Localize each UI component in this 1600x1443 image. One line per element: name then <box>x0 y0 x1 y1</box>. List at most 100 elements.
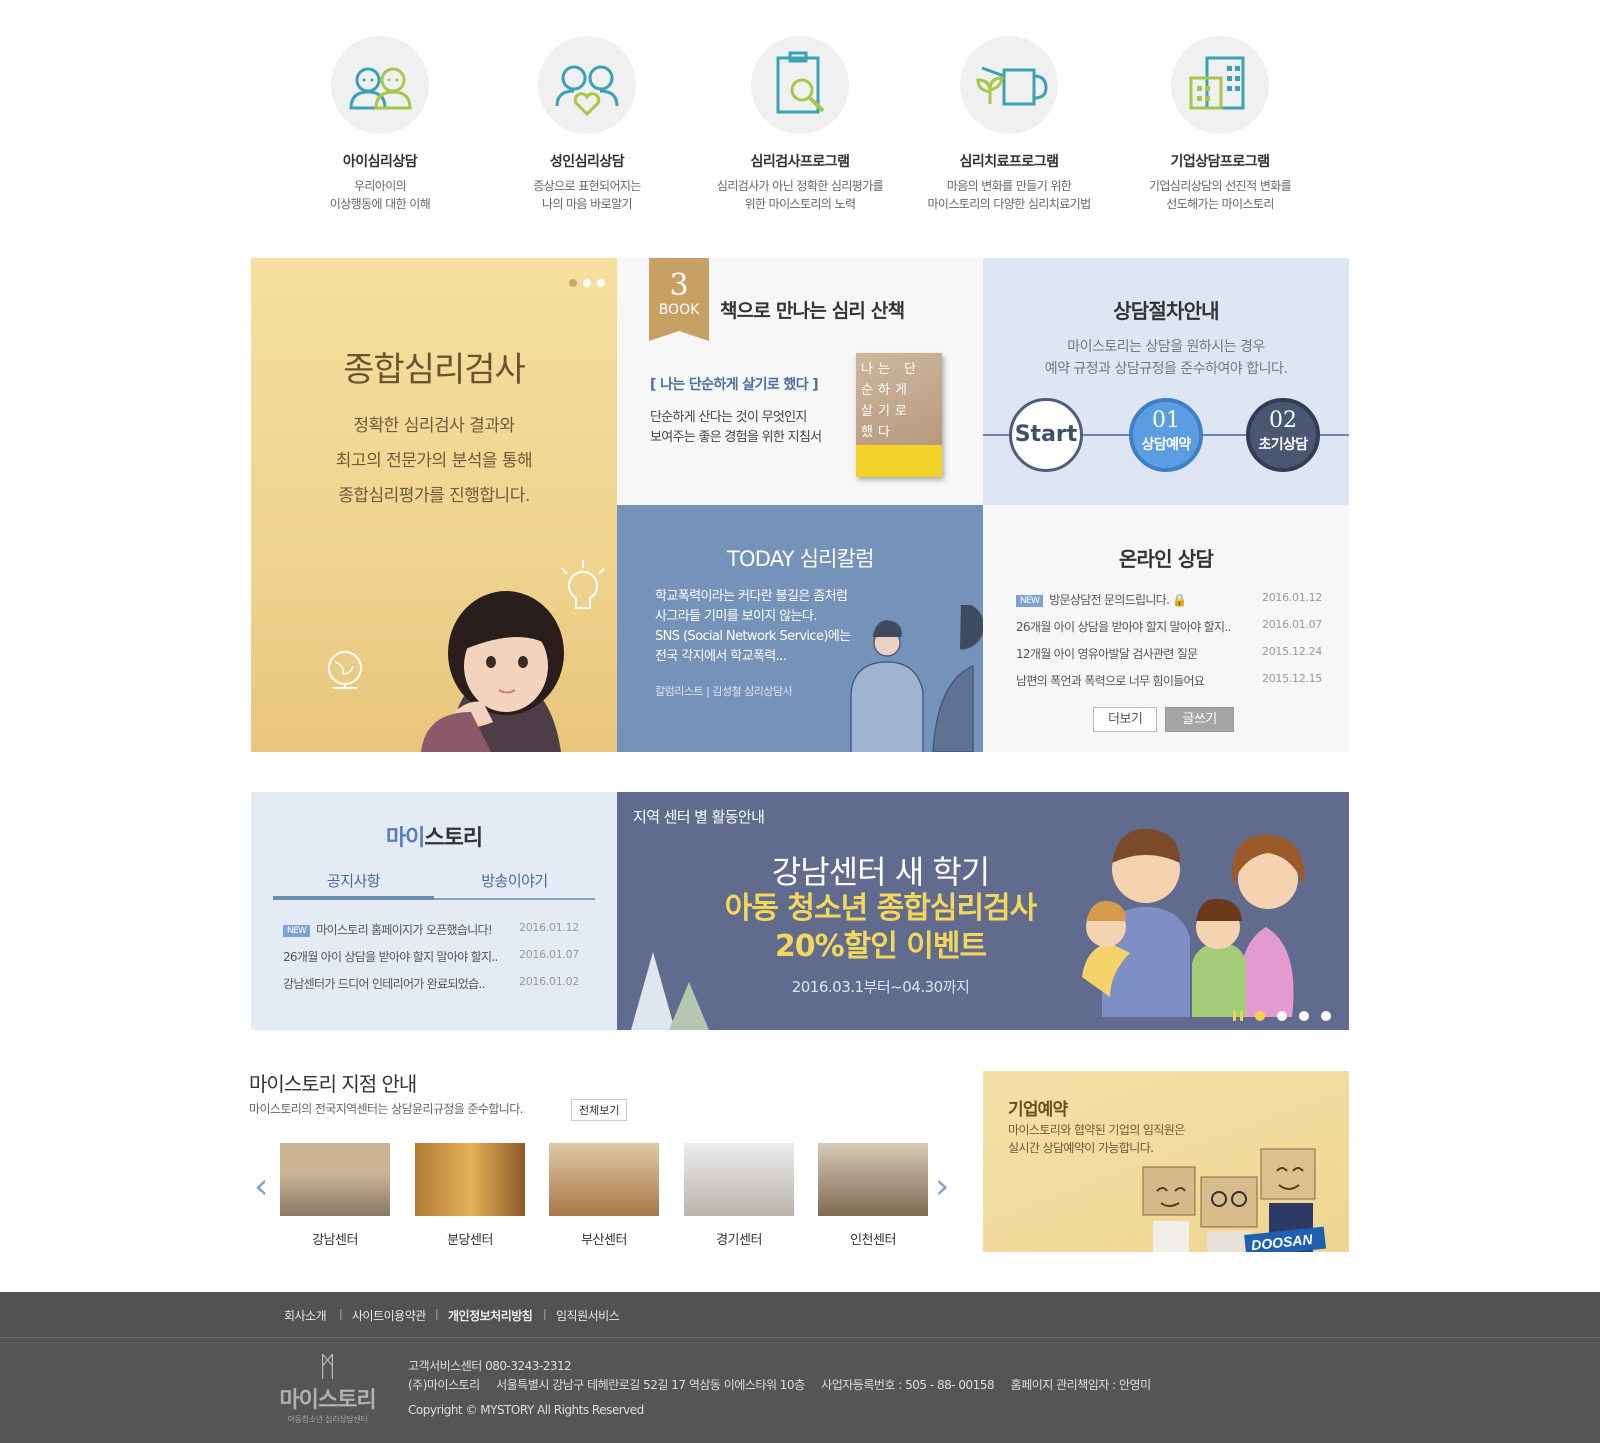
footer-link-terms[interactable]: 사이트이용약관 <box>352 1307 426 1324</box>
view-all-button[interactable]: 전체보기 <box>571 1099 628 1121</box>
slider-controls <box>1221 1006 1331 1025</box>
branch-item[interactable]: 부산센터 <box>549 1143 659 1248</box>
footer-logo-sub: 아동청소년 심리상담센터 <box>287 1415 368 1424</box>
post-title[interactable]: 방문상담전 문의드립니다. 🔒 <box>1049 593 1187 607</box>
step-initial-counseling[interactable]: 02 초기상담 <box>1246 398 1320 472</box>
list-item[interactable]: 26개월 아이 상담을 받아야 할지 말아야 할지.. 2016.01.07 <box>1016 618 1322 645</box>
post-title[interactable]: 강남센터가 드디어 인테리어가 완료되었습.. <box>283 977 485 991</box>
chevron-right-icon[interactable]: › <box>935 1166 949 1207</box>
service-child-counseling[interactable]: 아이심리상담 우리아이의 이상행동에 대한 이해 <box>280 36 480 213</box>
branch-item[interactable]: 경기센터 <box>684 1143 794 1248</box>
page: 아이심리상담 우리아이의 이상행동에 대한 이해 성인심리상담 증상으로 표현되어… <box>0 0 1600 1443</box>
slider-dot[interactable] <box>569 279 577 287</box>
promo-line: 최고의 전문가의 분석을 통해 <box>335 451 533 471</box>
service-desc: 우리아이의 <box>353 179 407 193</box>
list-item[interactable]: 남편의 폭언과 폭력으로 너무 힘이들어요 2015.12.15 <box>1016 672 1322 699</box>
list-item[interactable]: NEW 마이스토리 홈페이지가 오픈했습니다! 2016.01.12 <box>283 921 579 948</box>
post-title[interactable]: 26개월 아이 상담을 받아야 할지 말아야 할지.. <box>283 950 498 964</box>
branch-name[interactable]: 강남센터 <box>280 1229 390 1248</box>
branch-item[interactable]: 인천센터 <box>818 1143 928 1248</box>
post-title[interactable]: 26개월 아이 상담을 받아야 할지 말아야 할지.. <box>1016 620 1231 634</box>
service-desc: 위한 마이스토리의 노력 <box>744 197 856 211</box>
branch-photo[interactable] <box>684 1143 794 1216</box>
write-button[interactable]: 글쓰기 <box>1165 707 1234 732</box>
counselor-illustration <box>850 605 983 752</box>
more-button[interactable]: 더보기 <box>1093 707 1158 732</box>
post-date: 2015.12.24 <box>1262 645 1322 658</box>
branch-photo[interactable] <box>280 1143 390 1216</box>
step-start[interactable]: Start <box>1009 398 1083 472</box>
slider-dot[interactable] <box>1255 1011 1265 1021</box>
branch-name[interactable]: 분당센터 <box>415 1229 525 1248</box>
post-date: 2015.12.15 <box>1262 672 1322 685</box>
column-heading: TODAY 심리칼럼 <box>727 547 874 571</box>
today-column[interactable]: TODAY 심리칼럼 학교폭력이라는 커다란 불길은 좀처럼 사그라들 기미를 … <box>617 505 983 752</box>
list-item[interactable]: NEW 방문상담전 문의드립니다. 🔒 2016.01.12 <box>1016 591 1322 618</box>
service-adult-counseling[interactable]: 성인심리상담 증상으로 표현되어지는 나의 마음 바로알기 <box>487 36 687 213</box>
mystory-heading: 마이스토리 <box>251 820 617 852</box>
clipboard-magnifier-icon <box>751 36 849 134</box>
step-label: 상담예약 <box>1141 437 1191 453</box>
service-corporate-program[interactable]: 기업상담프로그램 기업심리상담의 선진적 변화를 선도해가는 마이스토리 <box>1120 36 1320 213</box>
slider-dot[interactable] <box>1299 1011 1309 1021</box>
family-illustration <box>1082 828 1305 1017</box>
branches-desc: 마이스토리의 전국지역센터는 상담윤리규정을 준수합니다. <box>249 1102 523 1116</box>
post-title[interactable]: 12개월 아이 영유아발달 검사관련 질문 <box>1016 647 1198 661</box>
list-item[interactable]: 26개월 아이 상담을 받아야 할지 말아야 할지.. 2016.01.07 <box>283 948 579 975</box>
footer-link-privacy[interactable]: 개인정보처리방침 <box>448 1307 533 1324</box>
branch-name[interactable]: 부산센터 <box>549 1229 659 1248</box>
branch-item[interactable]: 강남센터 <box>280 1143 390 1248</box>
promo-line: 종합심리평가를 진행합니다. <box>338 486 530 506</box>
book-ribbon: 3 BOOK <box>649 258 709 341</box>
ribbon-label: BOOK <box>658 302 700 318</box>
footer-link-staff-service[interactable]: 임직원서비스 <box>556 1307 620 1324</box>
promo-title: 종합심리검사 <box>343 350 526 390</box>
step-number: 01 <box>1152 408 1180 433</box>
slider-dot[interactable] <box>597 279 605 287</box>
procedure-desc: 마이스토리는 상담을 원하시는 경우 <box>1067 339 1265 355</box>
column-text: 사그라들 기미를 보이지 않는다. <box>655 609 817 624</box>
couple-heart-icon <box>538 36 636 134</box>
tab-broadcast[interactable]: 방송이야기 <box>434 870 595 900</box>
service-title: 기업상담프로그램 <box>1170 154 1270 170</box>
column-text: SNS (Social Network Service)에는 <box>655 629 851 644</box>
branch-photo[interactable] <box>818 1143 928 1216</box>
chevron-left-icon[interactable]: ‹ <box>254 1166 268 1207</box>
event-banner[interactable]: 지역 센터 별 활동안내 강남센터 새 학기 아동 청소년 종합심리검사 20%할… <box>617 792 1349 1030</box>
slider-dot[interactable] <box>1277 1011 1287 1021</box>
post-title[interactable]: 남편의 폭언과 폭력으로 너무 힘이들어요 <box>1016 674 1205 688</box>
book-recommendation[interactable]: 3 BOOK 책으로 만나는 심리 산책 [ 나는 단순하게 살기로 했다 ] 단… <box>617 258 983 505</box>
promo-line: 정확한 심리검사 결과와 <box>353 416 515 436</box>
step-reservation[interactable]: 01 상담예약 <box>1129 398 1203 472</box>
event-line: 20%할인 이벤트 <box>774 929 987 964</box>
footer-phone: 고객서비스센터 080-3243-2312 <box>408 1359 572 1373</box>
service-test-program[interactable]: 심리검사프로그램 심리검사가 아닌 정확한 심리평가를 위한 마이스토리의 노력 <box>700 36 900 213</box>
service-therapy-program[interactable]: 심리치료프로그램 마음의 변화를 만들기 위한 마이스토리의 다양한 심리치료기법 <box>909 36 1109 213</box>
book-title[interactable]: [ 나는 단순하게 살기로 했다 ] <box>650 374 819 394</box>
branch-photo[interactable] <box>549 1143 659 1216</box>
footer-info: 고객서비스센터 080-3243-2312 (주)마이스토리 서울특별시 강남구… <box>408 1357 1151 1420</box>
branch-name[interactable]: 인천센터 <box>818 1229 928 1248</box>
promo-banner[interactable]: 종합심리검사 정확한 심리검사 결과와최고의 전문가의 분석을 통해종합심리평가… <box>251 258 617 752</box>
box-heads-illustration: DOOSAN <box>1142 1148 1327 1252</box>
branch-item[interactable]: 분당센터 <box>415 1143 525 1248</box>
slider-dot[interactable] <box>583 279 591 287</box>
corporate-reservation[interactable]: 기업예약 마이스토리와 협약된 기업의 임직원은 실시간 상담예약이 가능합니다.… <box>983 1071 1349 1252</box>
online-counseling: 온라인 상담 NEW 방문상담전 문의드립니다. 🔒 2016.01.12 26개월… <box>983 505 1349 752</box>
book-cover-image[interactable]: 나는 단순하게 살기로 했다 <box>856 353 942 477</box>
pause-icon[interactable] <box>1233 1011 1243 1021</box>
online-list: NEW 방문상담전 문의드립니다. 🔒 2016.01.12 26개월 아이 상담을… <box>1016 591 1322 699</box>
branch-name[interactable]: 경기센터 <box>684 1229 794 1248</box>
tab-notice[interactable]: 공지사항 <box>273 870 434 900</box>
procedure-guide[interactable]: 상담절차안내 마이스토리는 상담을 원하시는 경우 예약 규정과 상담규정을 준수… <box>983 258 1349 505</box>
service-desc: 선도해가는 마이스토리 <box>1166 197 1274 211</box>
footer-link-about[interactable]: 회사소개 <box>284 1307 327 1324</box>
list-item[interactable]: 12개월 아이 영유아발달 검사관련 질문 2015.12.24 <box>1016 645 1322 672</box>
branch-photo[interactable] <box>415 1143 525 1216</box>
list-item[interactable]: 강남센터가 드디어 인테리어가 완료되었습.. 2016.01.02 <box>283 975 579 1002</box>
service-desc: 이상행동에 대한 이해 <box>329 197 431 211</box>
slider-dots[interactable] <box>563 272 605 291</box>
slider-dot[interactable] <box>1321 1011 1331 1021</box>
service-desc: 나의 마음 바로알기 <box>542 197 633 211</box>
post-title[interactable]: 마이스토리 홈페이지가 오픈했습니다! <box>316 923 492 937</box>
